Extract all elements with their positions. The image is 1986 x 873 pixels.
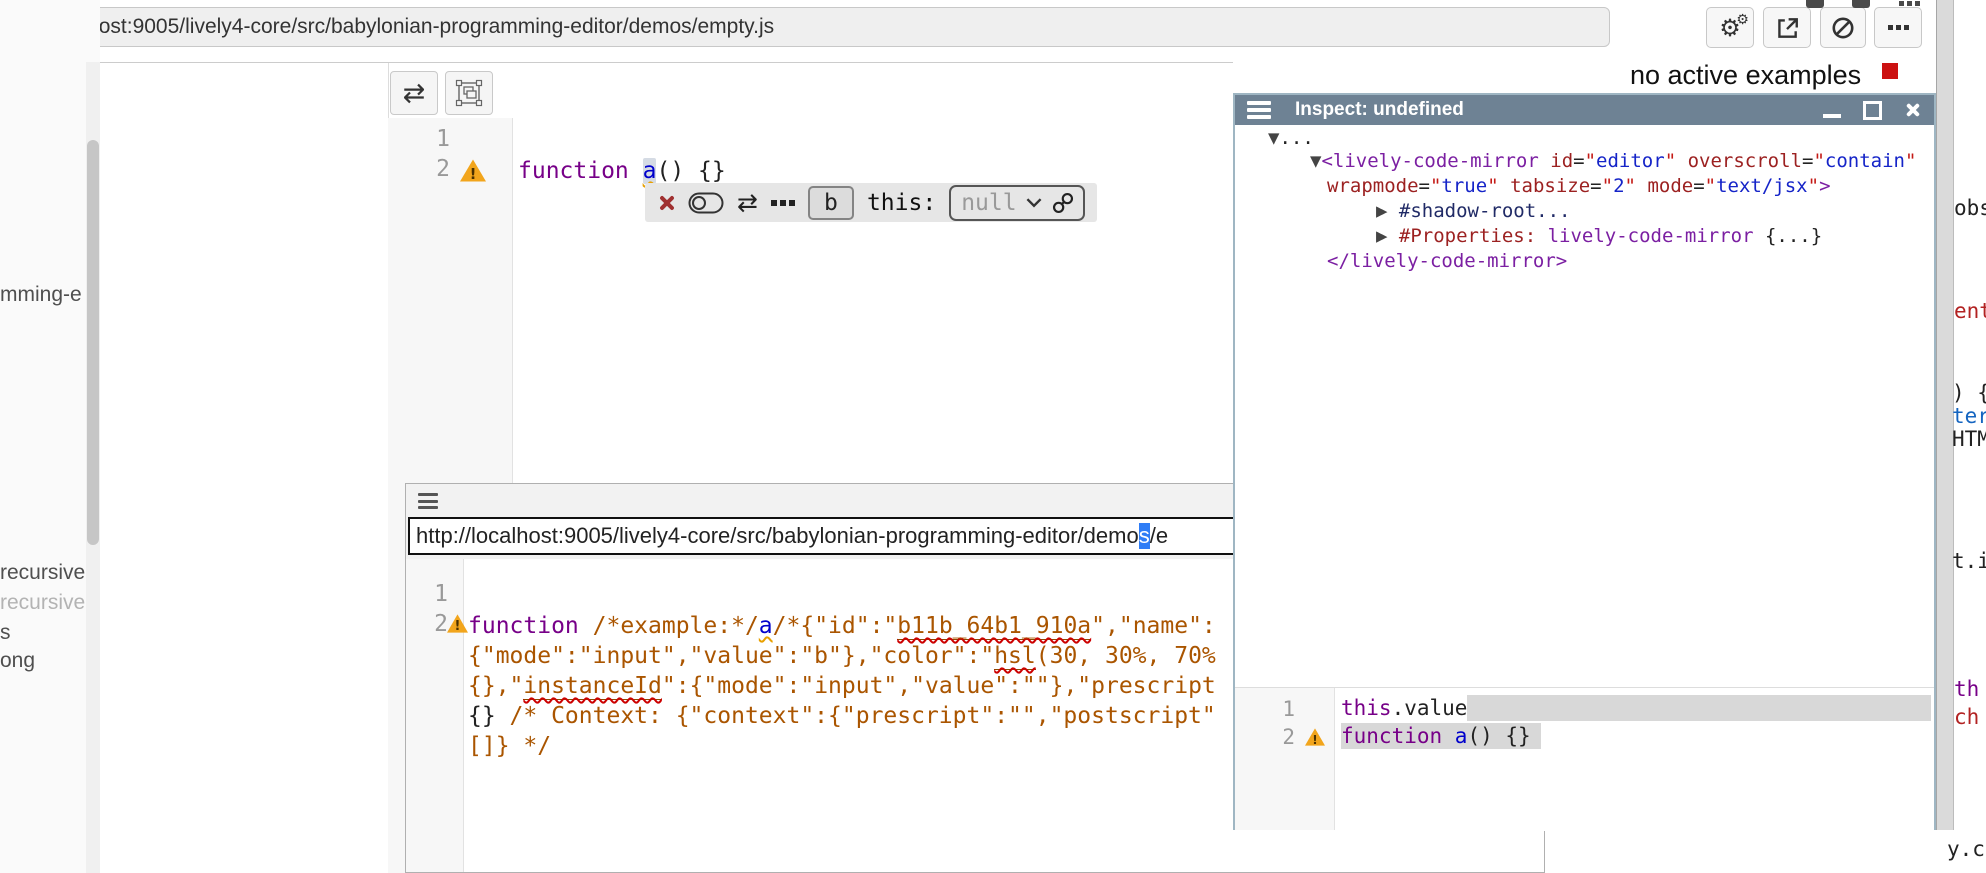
list-item[interactable]: recursive [0, 561, 85, 585]
editor2-code-row[interactable]: []} */ [468, 731, 551, 761]
settings-button[interactable]: ⚙⚙ [1706, 7, 1754, 48]
close-icon[interactable] [1904, 102, 1920, 118]
inspector-title-bar[interactable]: Inspect: undefined [1235, 95, 1934, 125]
line-number: 2 [410, 611, 448, 637]
scrollbar-track[interactable] [86, 62, 100, 873]
mini-editor-line1[interactable]: this.value [1341, 695, 1931, 721]
window-control-partial[interactable] [1852, 0, 1870, 8]
url-selection: s [1139, 523, 1150, 549]
window-control-partial[interactable] [1806, 0, 1824, 8]
group-select-button[interactable] [445, 71, 493, 115]
editor2-code-row[interactable]: {"mode":"input","value":"b"},"color":"hs… [468, 641, 1216, 671]
mini-editor-line2[interactable]: function a() {} [1341, 723, 1541, 749]
list-item[interactable]: s [0, 621, 11, 645]
line-number: 1 [390, 126, 450, 152]
url-text: http://localhost:9005/lively4-core/src/b… [416, 523, 1139, 549]
external-link-icon [1774, 15, 1800, 41]
line-number: 2 [390, 156, 450, 182]
screen: ⚙⚙ mming-e recursive recursive s ong no … [0, 0, 1986, 873]
clipped-code-fragment: ter [1952, 404, 1986, 428]
window-menu-icon[interactable] [1247, 101, 1271, 119]
swap-view-button[interactable]: ⇄ [390, 71, 438, 115]
swap-arrows-icon[interactable]: ⇄ [737, 188, 758, 217]
clipped-code-fragment: HTM [1952, 427, 1986, 451]
clipped-code-fragment: obs [1954, 196, 1986, 220]
bounding-box-icon [455, 79, 483, 107]
line-number: 1 [1243, 697, 1295, 721]
status-badge [1882, 63, 1898, 79]
block-button[interactable] [1820, 7, 1866, 48]
dropdown-value: null [961, 190, 1016, 216]
gears-icon: ⚙⚙ [1719, 14, 1741, 42]
line-number: 1 [410, 581, 448, 607]
list-item[interactable]: recursive [0, 591, 85, 615]
toggle-icon[interactable] [688, 192, 724, 214]
menu-icon[interactable] [418, 493, 438, 509]
link-icon[interactable] [1051, 191, 1075, 215]
chevron-down-icon [1025, 197, 1043, 208]
selection-highlight [1467, 695, 1931, 721]
editor2-code-row[interactable]: {} /* Context: {"context":{"prescript":"… [468, 701, 1216, 731]
file-list-panel: mming-e recursive recursive s ong [0, 0, 100, 873]
more-button[interactable] [1874, 7, 1922, 48]
status-label: no active examples [1630, 60, 1861, 91]
example-b-button[interactable]: b [808, 186, 854, 220]
tree-close-tag: </lively-code-mirror> [1327, 250, 1567, 272]
clipped-code-fragment: t.i [1952, 549, 1986, 573]
tree-root-node[interactable]: ▼... [1268, 127, 1314, 149]
scrollbar-thumb[interactable] [87, 140, 99, 545]
inspector-window: Inspect: undefined ▼... ▼<lively-code-mi… [1233, 93, 1936, 830]
url-text: /e [1150, 523, 1168, 549]
block-icon [1830, 15, 1856, 41]
tree-shadow-root-node[interactable]: ▶ #shadow-root... [1376, 200, 1570, 222]
browser-url-input[interactable] [0, 7, 1610, 47]
inspector-mini-editor[interactable]: 1 2 ! this.value function a() {} [1235, 687, 1934, 831]
ellipsis-icon [1888, 25, 1909, 30]
list-item[interactable]: ong [0, 649, 35, 673]
more-options-icon[interactable] [771, 200, 795, 206]
window-title: Inspect: undefined [1295, 99, 1464, 121]
clipped-code-fragment: ) { [1952, 381, 1986, 405]
line-number: 2 [1243, 725, 1295, 749]
list-item[interactable]: mming-e [0, 283, 82, 307]
maximize-icon[interactable] [1863, 101, 1882, 120]
clipped-code-fragment: ent [1954, 299, 1986, 323]
clipped-code-fragment: th [1954, 677, 1979, 701]
swap-arrows-icon: ⇄ [403, 78, 426, 109]
editor2-code-row[interactable]: {},"instanceId":{"mode":"input","value":… [468, 671, 1216, 701]
open-external-button[interactable] [1763, 7, 1811, 48]
editor1-code-line[interactable]: function a() {} [518, 157, 726, 185]
window-menu-partial[interactable] [1899, 1, 1920, 6]
clipped-code-fragment: ch [1954, 705, 1979, 729]
tree-properties-node[interactable]: ▶ #Properties: lively-code-mirror {...} [1376, 225, 1822, 247]
this-label: this: [867, 190, 936, 216]
tree-element-node[interactable]: ▼<lively-code-mirror id="editor" overscr… [1310, 150, 1916, 172]
editor2-code-row[interactable]: function /*example:*/a/*{"id":"b11b_64b1… [468, 611, 1216, 641]
probe-widget: ⇄ b this: null [645, 183, 1097, 222]
minimize-icon[interactable] [1823, 114, 1841, 118]
close-probe-icon[interactable] [657, 194, 675, 212]
tree-element-node-wrap[interactable]: wrapmode="true" tabsize="2" mode="text/j… [1327, 175, 1831, 197]
this-value-dropdown[interactable]: null [949, 185, 1084, 221]
clipped-code-fragment: y.c [1947, 837, 1985, 861]
